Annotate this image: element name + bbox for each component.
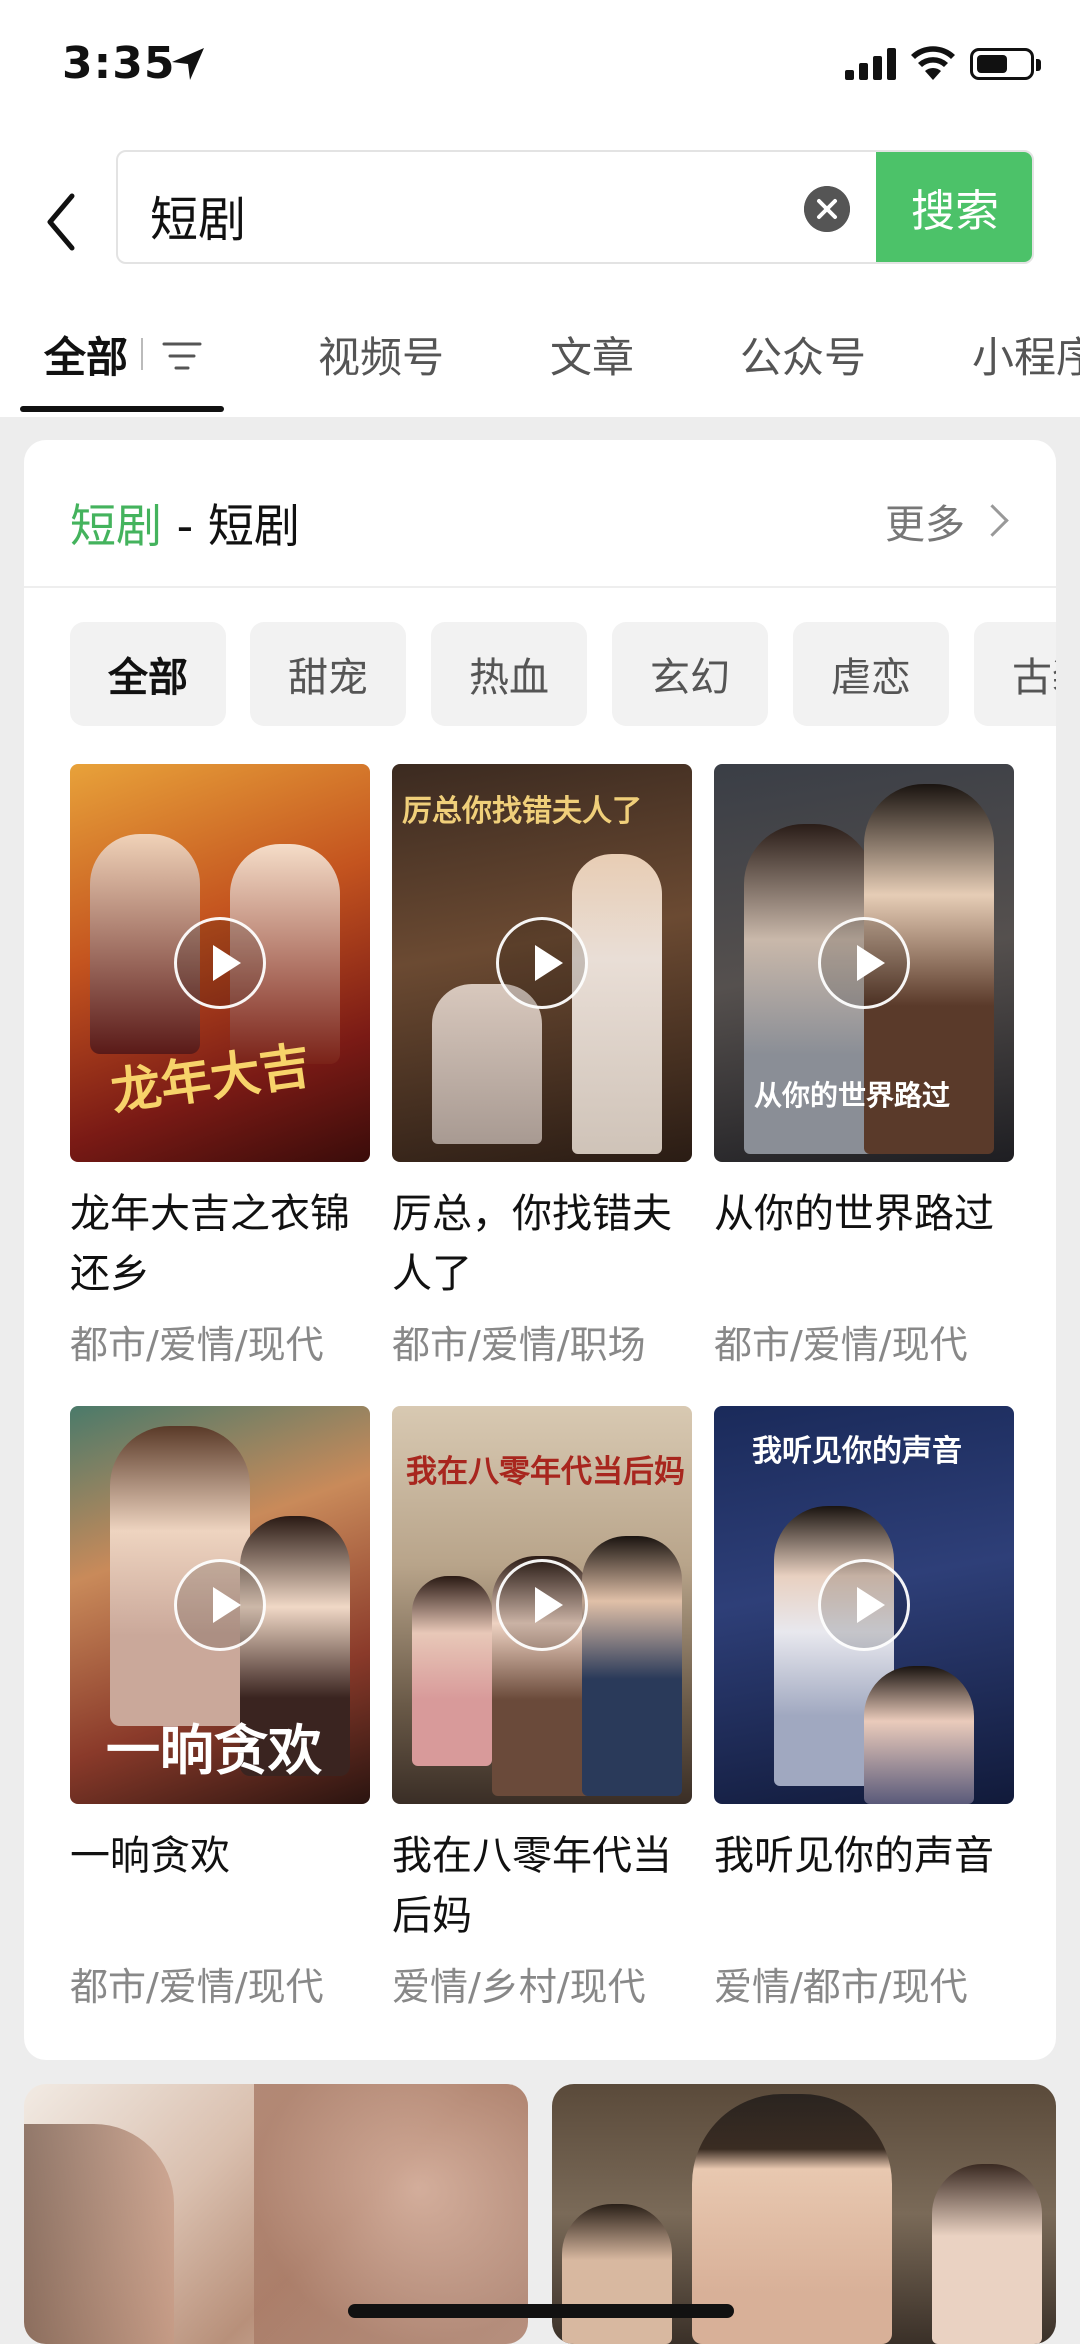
- clear-icon[interactable]: [804, 186, 850, 232]
- drama-tags: 爱情/乡村/现代: [392, 1965, 646, 2009]
- search-input[interactable]: 短剧: [150, 180, 246, 250]
- status-bar: 3:35: [0, 0, 1080, 132]
- search-button[interactable]: 搜索: [876, 152, 1032, 262]
- search-box: 短剧 搜索: [116, 150, 1034, 264]
- tab-mini-programs[interactable]: 小程序: [972, 324, 1080, 385]
- poster-image[interactable]: 龙年大吉: [70, 764, 370, 1162]
- poster-image[interactable]: 我在八零年代当后妈: [392, 1406, 692, 1804]
- play-icon: [174, 1559, 266, 1651]
- play-icon: [818, 1559, 910, 1651]
- poster-title: 我在八零年代当后妈: [406, 1454, 685, 1490]
- poster-image[interactable]: 从你的世界路过: [714, 764, 1014, 1162]
- chip-fantasy[interactable]: 玄幻: [612, 622, 768, 726]
- play-icon: [496, 917, 588, 1009]
- wifi-icon: [911, 46, 955, 80]
- search-header: 短剧 搜索 全部 视频号 文章 公众号 小程序: [0, 132, 1080, 417]
- drama-title: 一晌贪欢: [70, 1833, 230, 1879]
- battery-icon: [970, 48, 1041, 80]
- poster-image[interactable]: 我听见你的声音: [714, 1406, 1014, 1804]
- card-title: 短剧 - 短剧: [70, 490, 300, 556]
- chip-sweet[interactable]: 甜宠: [250, 622, 406, 726]
- drama-title: 厉总，你找错夫人了: [392, 1191, 672, 1297]
- drama-tags: 都市/爱情/现代: [70, 1323, 324, 1367]
- status-time: 3:35: [62, 38, 176, 89]
- drama-tags: 都市/爱情/现代: [70, 1965, 324, 2009]
- chip-all[interactable]: 全部: [70, 622, 226, 726]
- home-indicator: [348, 2304, 734, 2318]
- poster-title: 我听见你的声音: [752, 1434, 962, 1469]
- chip-action[interactable]: 热血: [431, 622, 587, 726]
- drama-title: 我在八零年代当后妈: [392, 1833, 672, 1939]
- play-icon: [496, 1559, 588, 1651]
- poster-title: 从你的世界路过: [754, 1079, 951, 1112]
- drama-tags: 爱情/都市/现代: [714, 1965, 968, 2009]
- location-arrow-icon: [172, 48, 204, 80]
- drama-tags: 都市/爱情/职场: [392, 1323, 646, 1367]
- drama-title: 从你的世界路过: [714, 1191, 994, 1237]
- back-chevron-icon[interactable]: [38, 182, 88, 262]
- filter-icon[interactable]: [162, 340, 202, 372]
- chip-costume[interactable]: 古装: [974, 622, 1056, 726]
- play-icon: [174, 917, 266, 1009]
- drama-title: 我听见你的声音: [714, 1833, 994, 1879]
- cellular-signal-icon: [845, 48, 896, 80]
- active-tab-indicator: [20, 406, 224, 412]
- drama-tags: 都市/爱情/现代: [714, 1323, 968, 1367]
- poster-title: 一晌贪欢: [106, 1718, 322, 1782]
- poster-image[interactable]: 厉总你找错夫人了: [392, 764, 692, 1162]
- more-link[interactable]: 更多: [885, 492, 1009, 550]
- genre-chips: 全部 甜宠 热血 玄幻 虐恋 古装: [70, 622, 1056, 726]
- card-title-highlight: 短剧: [70, 499, 162, 553]
- poster-image[interactable]: 一晌贪欢: [70, 1406, 370, 1804]
- category-tabs: 全部 视频号 文章 公众号 小程序: [0, 324, 1080, 416]
- short-drama-card: 短剧 - 短剧 更多 全部 甜宠 热血 玄幻 虐恋 古装 龙年大吉 龙年大吉之衣…: [24, 440, 1056, 2060]
- tab-articles[interactable]: 文章: [550, 324, 634, 385]
- drama-title: 龙年大吉之衣锦还乡: [70, 1191, 350, 1297]
- card-title-rest: - 短剧: [162, 499, 300, 553]
- chip-angst[interactable]: 虐恋: [793, 622, 949, 726]
- tab-official-accounts[interactable]: 公众号: [740, 324, 866, 385]
- tab-all[interactable]: 全部: [44, 324, 128, 385]
- tab-separator: [141, 338, 143, 370]
- divider: [24, 586, 1056, 588]
- play-icon: [818, 917, 910, 1009]
- chevron-right-icon: [976, 504, 1009, 537]
- tab-channels[interactable]: 视频号: [318, 324, 444, 385]
- more-label: 更多: [885, 502, 965, 548]
- poster-title: 厉总你找错夫人了: [402, 794, 642, 829]
